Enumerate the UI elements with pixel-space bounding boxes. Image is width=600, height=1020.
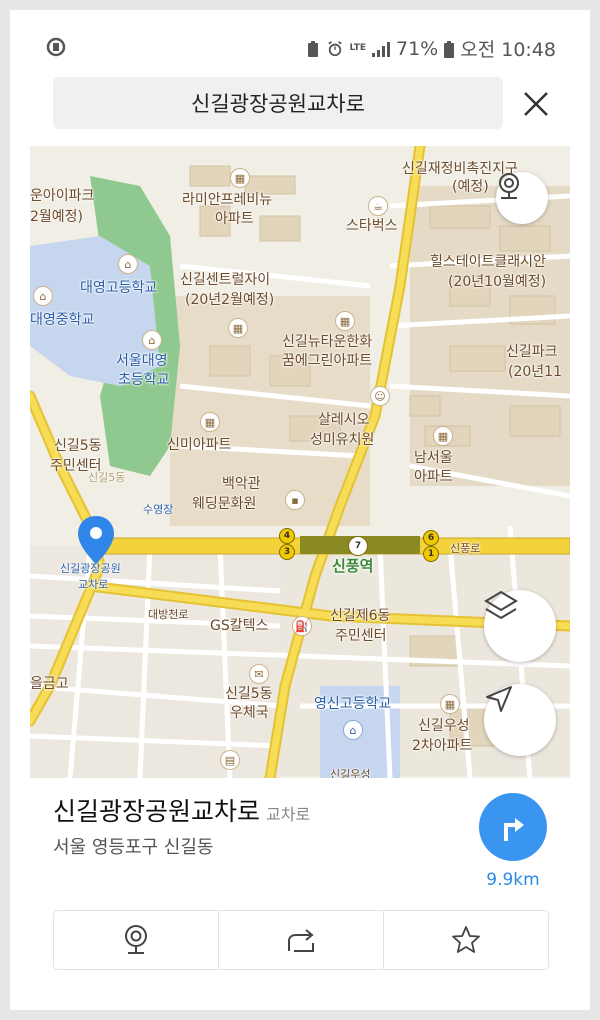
map-label: 스타벅스 [346, 218, 398, 234]
cctv-icon [125, 925, 147, 954]
navigation-arrow-icon [486, 686, 512, 712]
share-icon [288, 929, 314, 952]
map-label: 수영장 [143, 503, 174, 516]
station-marker: 4 [279, 528, 295, 544]
map-label: 신길우성 [418, 718, 470, 734]
cctv-icon [499, 173, 519, 199]
cafe-icon: ☕ [368, 196, 388, 216]
search-field[interactable]: 신길광장공원교차로 [53, 77, 503, 129]
cctv-button[interactable] [496, 172, 548, 224]
school-icon: ⌂ [343, 720, 363, 740]
map-label: 신풍로 [450, 542, 481, 555]
map-label: (예정) [452, 179, 489, 195]
map-label: 신길우성 [330, 768, 371, 778]
clock: 오전 10:48 [460, 39, 556, 61]
map-label: 우체국 [230, 705, 269, 721]
map-label: 성미유치원 [310, 432, 375, 448]
map-label: (20년10월예정) [448, 274, 547, 290]
place-title: 신길광장공원교차로 교차로 [53, 792, 310, 828]
directions-button[interactable] [479, 793, 547, 861]
map-label: 초등학교 [118, 372, 170, 388]
map-label: 신길센트럴자이 [180, 272, 271, 288]
my-location-button[interactable] [484, 684, 556, 756]
alarm-icon [328, 40, 343, 56]
map-label: 2월예정) [30, 209, 84, 225]
map-label: 신미아파트 [167, 437, 232, 453]
favorite-button[interactable] [384, 911, 548, 969]
map-label: 을금고 [30, 676, 69, 692]
search-value: 신길광장공원교차로 [191, 92, 365, 116]
turn-right-icon [504, 818, 524, 841]
post-office-icon: ✉ [249, 664, 269, 684]
school-icon: ⌂ [118, 254, 138, 274]
distance-label: 9.9km [486, 870, 540, 890]
map-view[interactable]: ▦ ☕ ⌂ ⌂ ⌂ ▦ ▦ ☺ ▦ ▦ ▪ ⛽ ✉ ▦ ⌂ ▤ 라미안프레비뉴 … [30, 146, 570, 778]
battery-saver-icon [308, 40, 319, 57]
map-label: 라미안프레비뉴 [182, 192, 273, 208]
status-bar: LTE 71% 오전 10:48 [10, 10, 590, 68]
building-icon: ▪ [285, 490, 305, 510]
station-marker: 1 [423, 546, 439, 562]
map-label: 서울대영 [116, 353, 168, 369]
map-label: 웨딩문화원 [192, 496, 257, 512]
library-icon: ▤ [220, 750, 240, 770]
place-address: 서울 영등포구 신길동 [53, 837, 214, 858]
map-label: 신길파크 [506, 344, 558, 360]
station-marker: 6 [423, 530, 439, 546]
map-label: (20년2월예정) [185, 292, 275, 308]
map-label: 주민센터 [335, 628, 387, 644]
map-label: 신길5동 [54, 438, 102, 454]
map-label: 힐스테이트클래시안 [430, 254, 546, 270]
apartment-icon: ▦ [230, 168, 250, 188]
share-button[interactable] [219, 911, 384, 969]
place-type: 교차로 [266, 805, 311, 824]
apartment-icon: ▦ [440, 694, 460, 714]
action-bar [53, 910, 549, 970]
battery-percent: 71% [396, 37, 439, 60]
map-label: 살레시오 [318, 412, 370, 428]
map-label: 백악관 [222, 476, 261, 492]
map-label: 2차아파트 [412, 738, 473, 754]
cctv-action-button[interactable] [54, 911, 219, 969]
map-label: 신풍역 [332, 557, 374, 575]
map-label: 영신고등학교 [314, 696, 392, 712]
app-frame: LTE 71% 오전 10:48 신길광장공원교차로 ▦ ☕ ⌂ ⌂ ⌂ ▦ ▦… [10, 10, 590, 1010]
kindergarten-icon: ☺ [370, 386, 390, 406]
location-pin-icon[interactable] [76, 514, 116, 566]
map-label: 신길뉴타운한화 [282, 334, 373, 350]
network-type: LTE [349, 43, 366, 53]
school-icon: ⌂ [33, 286, 53, 306]
signal-icon [372, 41, 390, 57]
gas-station-icon: ⛽ [292, 616, 312, 636]
map-label: 대영중학교 [30, 312, 95, 328]
layers-button[interactable] [484, 590, 556, 662]
apartment-icon: ▦ [200, 412, 220, 432]
school-icon: ⌂ [142, 330, 162, 350]
map-label: 신길5동 [88, 471, 126, 484]
map-label: 운아이파크 [30, 188, 95, 204]
map-label: 신길5동 [225, 686, 273, 702]
status-right: LTE 71% 오전 10:48 [305, 35, 556, 62]
place-name: 신길광장공원교차로 [53, 797, 261, 826]
station-marker: 3 [279, 544, 295, 560]
star-icon [452, 926, 480, 953]
layers-icon [484, 590, 518, 620]
close-icon[interactable] [521, 89, 551, 119]
map-label: 아파트 [414, 469, 453, 485]
map-label: 대방천로 [148, 608, 189, 621]
map-label: 남서울 [414, 450, 453, 466]
apartment-icon: ▦ [228, 318, 248, 338]
battery-icon [444, 40, 455, 58]
map-label: 교차로 [78, 578, 109, 591]
apartment-icon: ▦ [433, 426, 453, 446]
apartment-icon: ▦ [335, 311, 355, 331]
map-label: GS칼텍스 [210, 618, 269, 634]
map-label: 대영고등학교 [80, 280, 158, 296]
map-label: (20년11 [508, 364, 562, 380]
map-label: 신길제6동 [330, 608, 391, 624]
app-notification-icon [46, 37, 66, 57]
map-label: 꿈에그린아파트 [282, 353, 373, 369]
map-label: 아파트 [215, 211, 254, 227]
station-marker: 7 [348, 536, 368, 556]
